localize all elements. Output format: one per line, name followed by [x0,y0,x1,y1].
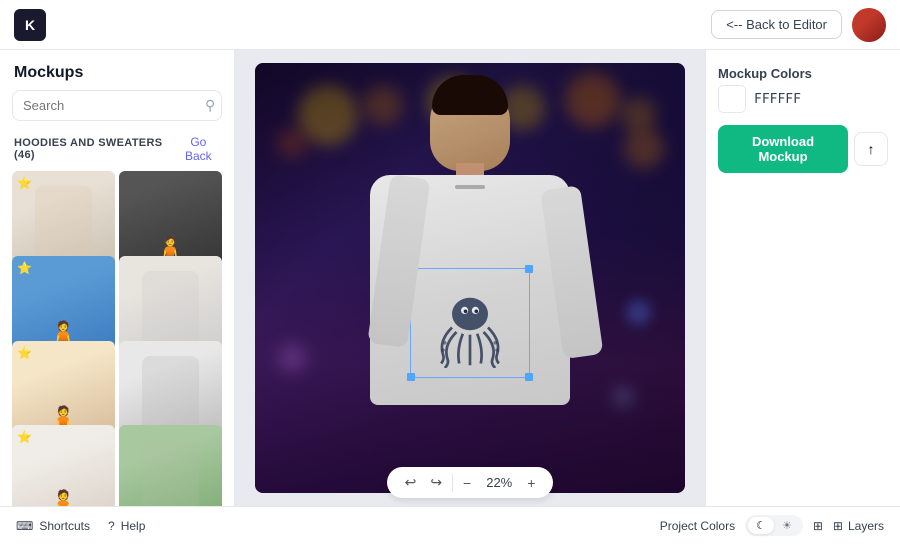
search-icon: ⚲ [205,97,215,114]
keyboard-icon: ⌨ [16,519,33,533]
star-badge: ⭐ [17,346,32,360]
thumb-hoodie [142,356,199,428]
toolbar-divider [452,474,453,492]
toggle-dark[interactable]: ☾ [748,517,774,534]
shortcuts-item[interactable]: ⌨ Shortcuts [16,519,90,533]
right-panel: Mockup Colors FFFFFF Download Mockup ↑ [705,50,900,506]
topbar-right: <-- Back to Editor [711,8,886,42]
zoom-out-button[interactable]: − [459,473,475,493]
bottombar: ⌨ Shortcuts ? Help Project Colors ☾ ☀ ⊞ … [0,506,900,544]
download-row: Download Mockup ↑ [718,125,888,173]
star-badge: ⭐ [17,176,32,190]
star-badge: ⭐ [17,430,32,444]
theme-toggle: ☾ ☀ [745,515,803,536]
logo: K [14,9,46,41]
category-label: HOODIES AND SWEATERS (46) [14,137,177,161]
design-selection-box [410,268,530,378]
canvas-toolbar: ↩ ↪ − 22% + [387,467,554,498]
thumb-hoodie [35,186,92,258]
thumb-inner [119,425,222,506]
topbar: K <-- Back to Editor [0,0,900,50]
model-hair [432,75,508,115]
list-item[interactable] [119,425,222,506]
thumb-hoodie [142,271,199,343]
download-mockup-button[interactable]: Download Mockup [718,125,848,173]
mockup-colors-section: Mockup Colors FFFFFF [718,66,888,113]
bb-right: Project Colors ☾ ☀ ⊞ ⊞ Layers [660,515,884,536]
thumb-hoodie [142,441,199,506]
color-row: FFFFFF [718,85,888,113]
search-input[interactable] [23,98,199,113]
handle-tr[interactable] [525,265,533,273]
bb-left: ⌨ Shortcuts ? Help [16,519,145,533]
toggle-light[interactable]: ☀ [774,517,800,534]
avatar-image [852,8,886,42]
project-colors-label: Project Colors [660,519,735,533]
avatar[interactable] [852,8,886,42]
list-item[interactable]: 🧍 ⭐ [12,425,115,506]
category-header: HOODIES AND SWEATERS (46) Go Back [0,131,234,171]
mockup-preview [255,63,685,493]
zoom-in-button[interactable]: + [523,473,539,493]
search-bar: ⚲ [12,90,222,121]
help-item[interactable]: ? Help [108,519,145,533]
redo-button[interactable]: ↪ [426,472,446,493]
main-layout: Mockups ⚲ HOODIES AND SWEATERS (46) Go B… [0,50,900,506]
layers-icon-group: ⊞ [813,519,823,533]
sidebar: Mockups ⚲ HOODIES AND SWEATERS (46) Go B… [0,50,235,506]
drawstring [455,185,485,189]
sidebar-title: Mockups [0,50,234,90]
help-icon: ? [108,519,115,533]
upload-icon: ↑ [868,141,875,157]
layers-icon: ⊞ [833,519,843,533]
layers-icon: ⊞ [813,519,823,533]
mockup-grid: ⭐ 🧍 🧍 ⭐ 🧍 ⭐ [0,171,234,506]
panel-section-title: Mockup Colors [718,66,888,81]
canvas-area: ↩ ↪ − 22% + [235,50,705,506]
star-badge: ⭐ [17,261,32,275]
octopus-design [425,278,515,368]
zoom-value: 22% [481,475,517,490]
color-swatch[interactable] [718,85,746,113]
color-label: FFFFFF [754,92,801,107]
layers-button[interactable]: ⊞ Layers [833,519,884,533]
undo-button[interactable]: ↩ [401,472,421,493]
back-to-editor-button[interactable]: <-- Back to Editor [711,10,842,39]
go-back-button[interactable]: Go Back [177,135,220,163]
model-figure [255,63,685,493]
share-button[interactable]: ↑ [854,132,888,166]
